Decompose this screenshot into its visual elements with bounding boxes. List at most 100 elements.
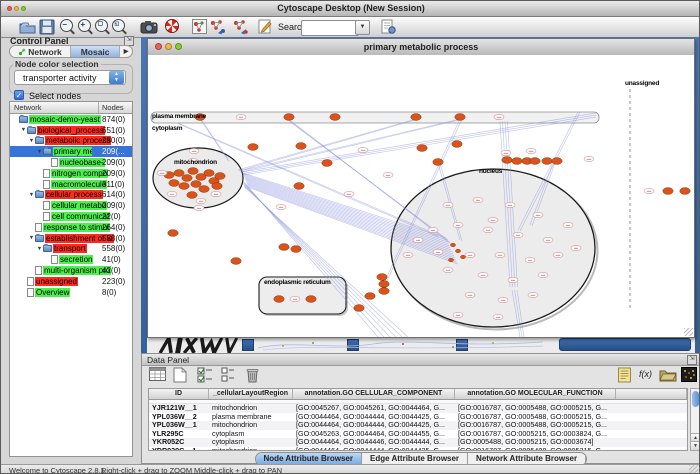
data-panel-titlebar[interactable]: Data Panel ⇲ xyxy=(142,354,700,366)
graph-node[interactable] xyxy=(231,258,241,265)
graph-node[interactable] xyxy=(168,230,178,237)
save-session-icon[interactable] xyxy=(39,19,56,35)
zoom-selected-region-icon[interactable]: ▢ xyxy=(94,19,111,35)
graph-node[interactable] xyxy=(417,145,427,152)
graph-node[interactable] xyxy=(411,114,421,121)
graph-node[interactable] xyxy=(354,305,364,312)
new-attribute-icon[interactable] xyxy=(173,367,191,384)
network-tree-row[interactable]: nucleobase-209(0) xyxy=(10,157,133,168)
select-nodes-checkbox[interactable]: ✓ xyxy=(14,90,24,100)
zoom-out-icon[interactable]: – xyxy=(59,19,76,35)
matrix-icon[interactable] xyxy=(681,367,699,384)
graph-node[interactable] xyxy=(512,158,522,165)
graph-node[interactable] xyxy=(169,180,179,187)
table-column-header[interactable]: annotation.GO CELLULAR_COMPONENT xyxy=(293,389,455,399)
table-row[interactable]: YPL036W__2plasma membrane[GO:0044464, GO… xyxy=(149,413,687,422)
table-row[interactable]: YJR121W__1mitochondrion[GO:0045267, GO:0… xyxy=(149,404,687,413)
combo-stepper-icon[interactable]: ▲▼ xyxy=(109,71,124,84)
snapshot-camera-icon[interactable] xyxy=(140,19,157,35)
zoom-fit-icon[interactable]: ◱ xyxy=(111,19,128,35)
graph-node[interactable] xyxy=(284,114,294,121)
graph-node[interactable] xyxy=(179,183,189,190)
help-lifesaver-icon[interactable] xyxy=(165,19,182,35)
network-tree-row[interactable]: cell communicat22(0) xyxy=(10,211,133,222)
graph-node[interactable] xyxy=(306,296,316,303)
tab-mosaic[interactable]: Mosaic xyxy=(71,46,120,57)
network-tree-row[interactable]: response to stimul264(0) xyxy=(10,222,133,233)
graph-node[interactable] xyxy=(433,159,443,166)
tree-expand-icon[interactable]: ▼ xyxy=(28,235,35,241)
function-builder-icon[interactable]: f(x) xyxy=(639,369,657,386)
attribute-editor-icon[interactable] xyxy=(617,367,635,384)
network-tree-row[interactable]: ▼transport558(0) xyxy=(10,244,133,255)
network-tree-row[interactable]: ▼biological_process651(0) xyxy=(10,125,133,136)
graph-node[interactable] xyxy=(248,144,258,151)
zoom-in-icon[interactable]: + xyxy=(77,19,94,35)
scroll-down-icon[interactable]: ▼ xyxy=(691,441,700,450)
graph-node[interactable] xyxy=(663,188,673,195)
tab-overflow-arrow[interactable]: ▶ xyxy=(120,46,132,57)
graph-node[interactable] xyxy=(215,173,225,180)
data-panel-float-icon[interactable]: ⇲ xyxy=(687,355,697,365)
window-resize-grip[interactable] xyxy=(689,465,698,473)
graph-node[interactable] xyxy=(552,158,562,165)
network-tree-row[interactable]: ▼establishment of lo558(0) xyxy=(10,233,133,244)
graph-node[interactable] xyxy=(455,114,465,121)
graph-node[interactable] xyxy=(212,183,222,190)
table-row[interactable]: YLR295Ccytoplasm[GO:0045263, GO:0044464,… xyxy=(149,430,687,439)
tree-col-network[interactable]: Network xyxy=(14,103,42,112)
network-tree-row[interactable]: secretion41(0) xyxy=(10,254,133,265)
graph-node[interactable] xyxy=(377,274,387,281)
graph-node[interactable] xyxy=(379,281,389,288)
delete-attribute-icon[interactable] xyxy=(245,367,263,384)
network-tree-header[interactable]: Network Nodes xyxy=(10,102,132,114)
graphics-details-icon[interactable] xyxy=(192,19,209,35)
graph-node-small[interactable] xyxy=(448,258,453,262)
search-options-icon[interactable] xyxy=(381,19,398,35)
select-attributes-icon[interactable] xyxy=(197,367,215,384)
graph-node[interactable] xyxy=(365,293,375,300)
network-tree-row[interactable]: ▼cellular process614(0) xyxy=(10,190,133,201)
network-tree-row[interactable]: unassigned223(0) xyxy=(10,276,133,287)
search-dropdown-arrow[interactable]: ▼ xyxy=(355,20,370,35)
network-tree-row[interactable]: Overview8(0) xyxy=(10,287,133,298)
network-tree-row[interactable]: nitrogen compo209(0) xyxy=(10,168,133,179)
graph-node[interactable] xyxy=(680,188,690,195)
graph-node[interactable] xyxy=(379,288,389,295)
table-row[interactable]: YDR039C__1mitochondrion[GO:0044464, GO:0… xyxy=(149,447,687,452)
tree-expand-icon[interactable]: ▼ xyxy=(36,246,43,252)
window-titlebar[interactable]: Cytoscape Desktop (New Session) xyxy=(1,1,700,17)
graph-node[interactable] xyxy=(279,244,289,251)
graph-node[interactable] xyxy=(187,192,197,199)
tab-network[interactable]: Network xyxy=(10,46,71,57)
attribute-table-icon[interactable] xyxy=(149,367,167,384)
graph-node[interactable] xyxy=(199,186,209,193)
graph-node[interactable] xyxy=(174,170,184,177)
attribute-table-header[interactable]: ID_cellularLayoutRegionannotation.GO CEL… xyxy=(149,389,687,400)
graph-node[interactable] xyxy=(296,143,306,150)
unselect-attributes-icon[interactable] xyxy=(221,367,239,384)
graph-node[interactable] xyxy=(294,183,304,190)
network-tree-row[interactable]: cellular metabo209(0) xyxy=(10,200,133,211)
graph-node-small[interactable] xyxy=(450,243,455,247)
import-attributes-icon[interactable] xyxy=(659,367,677,384)
graph-node[interactable] xyxy=(452,141,462,148)
tree-expand-icon[interactable]: ▼ xyxy=(36,149,43,155)
network-tree-row[interactable]: mosaic-demo-yeast874(0) xyxy=(10,114,133,125)
graph-node[interactable] xyxy=(188,168,198,175)
graph-node[interactable] xyxy=(542,158,552,165)
graph-node[interactable] xyxy=(502,157,512,164)
tree-expand-icon[interactable]: ▼ xyxy=(28,138,35,144)
graph-node[interactable] xyxy=(322,160,332,167)
network-tree-row[interactable]: ▼metabolic process280(0) xyxy=(10,136,133,147)
table-column-header[interactable]: ID xyxy=(149,389,209,399)
graph-node[interactable] xyxy=(291,246,301,253)
network-view-titlebar[interactable]: primary metabolic process xyxy=(148,39,694,56)
graph-node[interactable] xyxy=(530,158,540,165)
network-tree-row[interactable]: ▼primary metabol209(... xyxy=(10,146,133,157)
network-tree-row[interactable]: macromolecule311(0) xyxy=(10,179,133,190)
scrollbar-thumb[interactable] xyxy=(692,391,699,407)
table-scrollbar[interactable]: ▲ ▼ xyxy=(690,388,700,451)
graph-node[interactable] xyxy=(330,114,340,121)
annotation-icon[interactable] xyxy=(258,19,275,35)
